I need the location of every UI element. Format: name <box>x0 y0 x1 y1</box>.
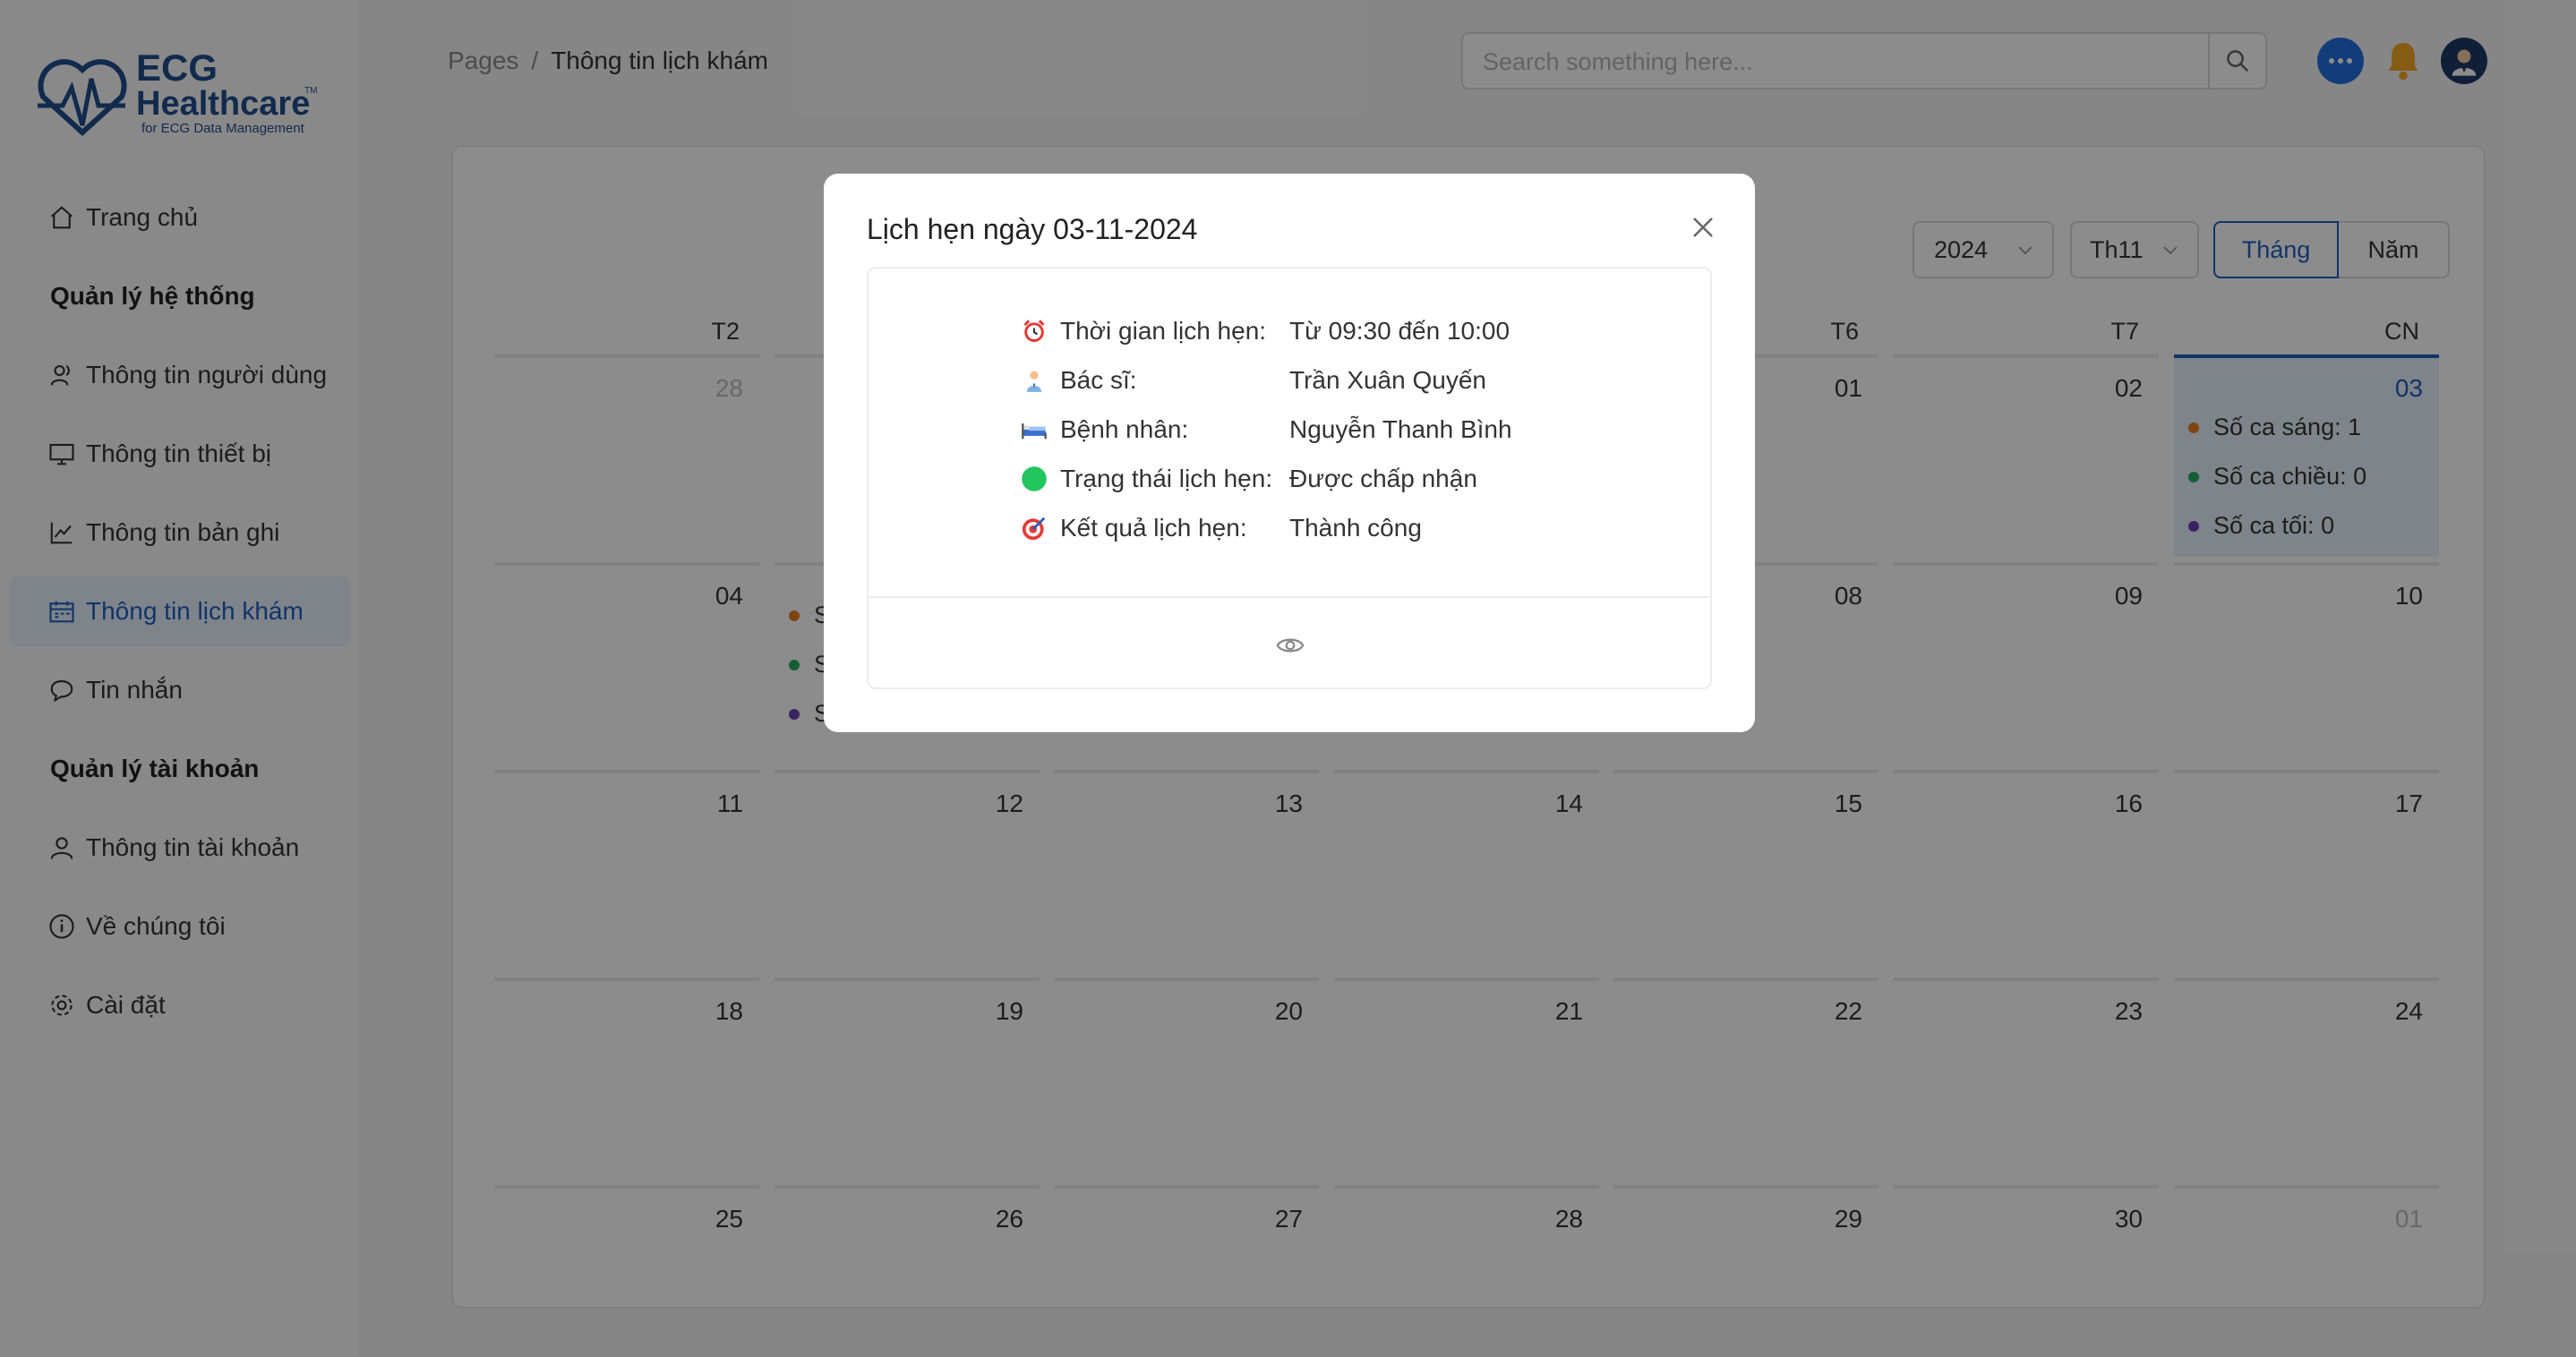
detail-label: Bác sĩ: <box>1060 366 1137 394</box>
close-icon <box>1693 218 1713 237</box>
detail-label: Kết quả lịch hẹn: <box>1060 514 1247 542</box>
appointment-modal: Lịch hẹn ngày 03-11-2024 Thời gian lịch … <box>824 174 1755 732</box>
detail-label: Trạng thái lịch hẹn: <box>1060 465 1273 492</box>
detail-value: Thành công <box>1289 514 1422 542</box>
divider <box>869 596 1710 598</box>
eye-icon <box>1276 638 1305 653</box>
detail-row-patient: Bệnh nhân: Nguyễn Thanh Bình <box>1021 412 1512 448</box>
detail-value: Nguyễn Thanh Bình <box>1289 415 1512 443</box>
detail-label: Bệnh nhân: <box>1060 415 1189 443</box>
detail-row-time: Thời gian lịch hẹn: Từ 09:30 đến 10:00 <box>1021 313 1510 349</box>
detail-row-result: Kết quả lịch hẹn: Thành công <box>1021 510 1422 546</box>
detail-row-status: Trạng thái lịch hẹn: Được chấp nhận <box>1021 461 1477 497</box>
detail-row-doctor: Bác sĩ: Trần Xuân Quyến <box>1021 363 1486 398</box>
alarm-clock-icon <box>1021 318 1048 345</box>
detail-value: Trần Xuân Quyến <box>1289 366 1486 394</box>
modal-title: Lịch hẹn ngày 03-11-2024 <box>867 213 1198 245</box>
target-icon <box>1021 515 1048 542</box>
doctor-icon <box>1021 367 1048 394</box>
appointment-details: Thời gian lịch hẹn: Từ 09:30 đến 10:00 B… <box>867 267 1712 689</box>
detail-label: Thời gian lịch hẹn: <box>1060 317 1267 345</box>
detail-value: Từ 09:30 đến 10:00 <box>1289 317 1511 345</box>
bed-icon <box>1021 416 1048 443</box>
green-circle-icon <box>1021 465 1048 492</box>
close-button[interactable] <box>1685 209 1721 245</box>
view-details-button[interactable] <box>1275 630 1305 661</box>
detail-value: Được chấp nhận <box>1289 465 1477 492</box>
